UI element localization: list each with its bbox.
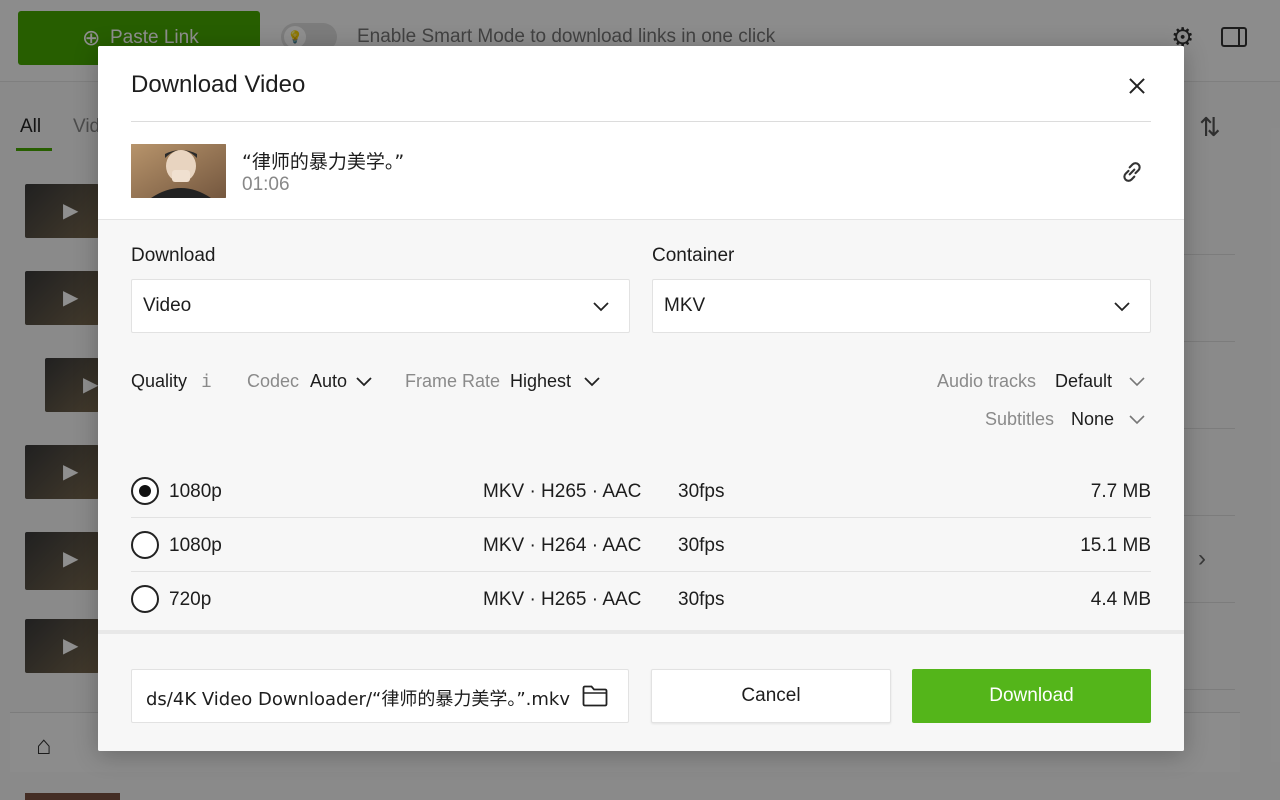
option-fps: 30fps: [678, 535, 725, 556]
option-size: 7.7 MB: [1090, 481, 1151, 502]
dialog-header: Download Video “律师的暴力美学。” 01:06: [98, 46, 1184, 220]
download-video-dialog: Download Video “律师的暴力美学。” 01:06 Download…: [98, 46, 1184, 751]
close-icon[interactable]: [1126, 75, 1148, 97]
folder-icon[interactable]: [582, 685, 608, 707]
format-option-row[interactable]: 1080p MKV · H265 · AAC 30fps 7.7 MB: [131, 464, 1151, 518]
frame-rate-value: Highest: [510, 371, 572, 391]
video-thumbnail: [131, 144, 226, 198]
option-size: 4.4 MB: [1090, 589, 1151, 610]
quality-info-icon[interactable]: i: [201, 371, 212, 392]
option-resolution: 720p: [169, 589, 212, 610]
video-thumbnail-art: [131, 144, 226, 198]
option-resolution: 1080p: [169, 481, 222, 502]
container-label: Container: [652, 245, 735, 266]
dialog-title: Download Video: [131, 71, 306, 98]
option-size: 15.1 MB: [1080, 535, 1151, 556]
chevron-down-icon: [593, 302, 609, 312]
chevron-down-icon: [1114, 302, 1130, 312]
option-format: MKV · H265 · AAC: [483, 481, 642, 502]
download-type-select[interactable]: Video: [131, 279, 630, 333]
subtitles-value: None: [1071, 409, 1115, 429]
format-radio[interactable]: [131, 585, 159, 613]
format-option-row[interactable]: 720p MKV · H265 · AAC 30fps 4.4 MB: [131, 572, 1151, 626]
save-path-text: ds/4K Video Downloader/“律师的暴力美学。”.mkv: [146, 689, 570, 710]
container-value: MKV: [664, 295, 706, 316]
link-icon[interactable]: [1118, 158, 1146, 186]
option-fps: 30fps: [678, 481, 725, 502]
cancel-button[interactable]: Cancel: [651, 669, 891, 723]
header-divider: [131, 121, 1151, 122]
audio-tracks-value: Default: [1055, 371, 1113, 391]
video-duration: 01:06: [242, 174, 290, 195]
download-type-value: Video: [143, 295, 192, 316]
codec-value: Auto: [310, 371, 348, 391]
format-radio[interactable]: [131, 531, 159, 559]
subtitles-label: Subtitles: [985, 409, 1055, 429]
frame-rate-label: Frame Rate: [405, 371, 501, 391]
audio-tracks-label: Audio tracks: [937, 371, 1037, 391]
chevron-down-icon: [1129, 415, 1145, 425]
video-title: “律师的暴力美学。”: [242, 151, 405, 173]
container-select[interactable]: MKV: [652, 279, 1151, 333]
format-option-row[interactable]: 1080p MKV · H264 · AAC 30fps 15.1 MB: [131, 518, 1151, 572]
quality-label: Quality: [131, 371, 188, 391]
download-button[interactable]: Download: [912, 669, 1151, 723]
chevron-down-icon: [356, 377, 372, 387]
format-radio-selected[interactable]: [131, 477, 159, 505]
option-format: MKV · H265 · AAC: [483, 589, 642, 610]
save-path-field[interactable]: ds/4K Video Downloader/“律师的暴力美学。”.mkv: [131, 669, 629, 723]
chevron-down-icon: [584, 377, 600, 387]
option-format: MKV · H264 · AAC: [483, 535, 642, 556]
chevron-down-icon: [1129, 377, 1145, 387]
download-type-label: Download: [131, 245, 216, 266]
option-fps: 30fps: [678, 589, 725, 610]
dialog-footer: ds/4K Video Downloader/“律师的暴力美学。”.mkv Ca…: [98, 630, 1184, 751]
option-resolution: 1080p: [169, 535, 222, 556]
codec-label: Codec: [247, 371, 300, 391]
